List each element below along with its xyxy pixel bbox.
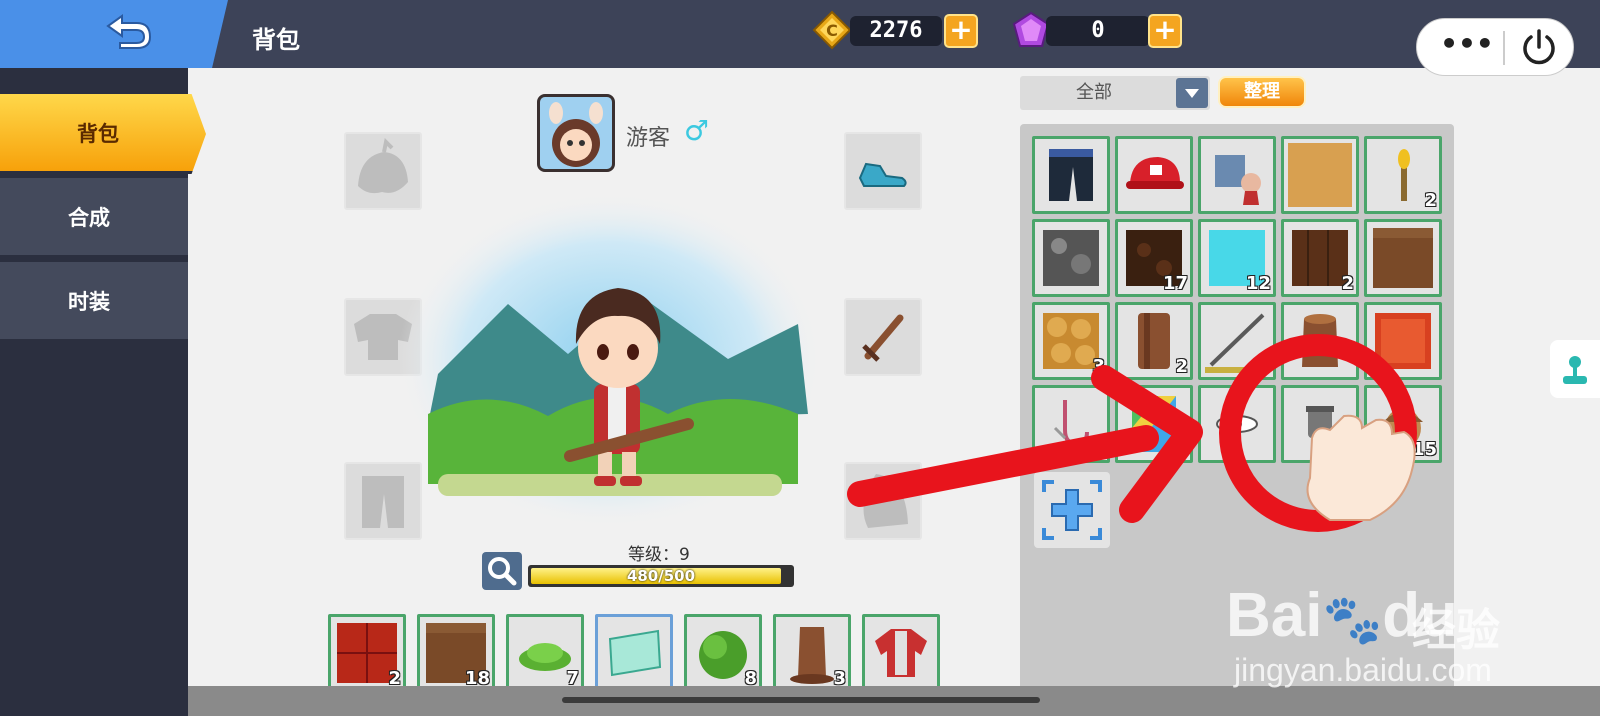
dirt-block-icon [1373, 228, 1433, 288]
sword-icon [862, 314, 904, 362]
inventory-slot[interactable] [1364, 219, 1442, 297]
inventory-slot[interactable]: 17 [1115, 219, 1193, 297]
hook-icon [1053, 400, 1089, 447]
inventory-slot[interactable] [1032, 136, 1110, 214]
eye-icon [1216, 415, 1258, 433]
top-bar [0, 0, 1600, 68]
stone-block-icon [1043, 230, 1099, 286]
sort-button[interactable]: 整理 [1218, 76, 1306, 108]
xp-bar: 480/500 [528, 565, 794, 587]
item-quantity: 15 [1411, 439, 1437, 460]
item-quantity: 2 [1175, 356, 1188, 377]
pot-icon [1306, 406, 1334, 438]
add-slot-icon [1042, 480, 1102, 540]
inventory-slot[interactable] [1032, 385, 1110, 463]
inventory-slot[interactable]: 12 [1198, 219, 1276, 297]
watermark-jingyan: 经验 [1412, 605, 1500, 656]
filter-dropdown-button[interactable] [1176, 78, 1208, 108]
level-label: 等级：9 [628, 545, 690, 565]
pants-icon [1049, 149, 1093, 201]
pill-divider [1503, 31, 1505, 65]
add-coins-button[interactable]: + [944, 14, 978, 48]
chevron-down-icon [1185, 89, 1199, 98]
inventory-slot[interactable] [1198, 385, 1276, 463]
hotbar-slot[interactable]: 7 [506, 614, 584, 692]
watermark-url: jingyan.baidu.com [1234, 652, 1492, 688]
cape-slot[interactable] [844, 462, 922, 540]
inventory-slot[interactable] [1115, 136, 1193, 214]
tab-label: 时装 [68, 290, 110, 314]
character-scene [398, 192, 822, 524]
red-cap-icon [1126, 157, 1184, 189]
filter-label: 全部 [1076, 82, 1112, 103]
sand-block-icon [1288, 143, 1352, 207]
hotbar-slot[interactable]: 8 [684, 614, 762, 692]
cape-slot-icon [863, 474, 908, 528]
item-quantity: 2 [1341, 273, 1354, 294]
shoes-slot[interactable] [844, 132, 922, 210]
tab-crafting[interactable]: 合成 [0, 178, 188, 258]
inventory-slot[interactable] [1281, 136, 1359, 214]
tab-fashion[interactable]: 时装 [0, 262, 188, 342]
back-arrow-icon [106, 14, 152, 49]
page-title: 背包 [252, 26, 300, 54]
expand-inventory-button[interactable] [1034, 472, 1110, 548]
back-button[interactable] [0, 0, 228, 68]
red-jacket-icon [875, 629, 927, 677]
search-icon [488, 557, 517, 586]
tab-label: 背包 [77, 122, 119, 146]
watermark-main: Bai [1226, 581, 1323, 650]
item-quantity: 12 [1245, 273, 1271, 294]
inventory-slot[interactable]: 3 [1032, 302, 1110, 380]
inventory-slot[interactable] [1032, 219, 1110, 297]
inventory-slot[interactable]: 2 [1115, 302, 1193, 380]
item-quantity: 2 [1424, 190, 1437, 211]
weapon-slot[interactable] [844, 298, 922, 376]
fishing-rod-icon [1205, 313, 1269, 373]
avatar-face-icon [540, 97, 612, 169]
joystick-icon [1563, 356, 1587, 384]
inventory-slot[interactable] [1198, 136, 1276, 214]
inventory-slot[interactable] [1115, 385, 1193, 463]
stump-icon [1302, 314, 1338, 367]
add-gems-button[interactable]: + [1148, 14, 1182, 48]
xp-text: 480/500 [626, 567, 696, 585]
inventory-slot[interactable]: 2 [1364, 136, 1442, 214]
watermark-paw-icon: 🐾 [1322, 594, 1383, 647]
more-button[interactable]: ••• [1435, 19, 1499, 77]
inventory-slot[interactable] [1281, 385, 1359, 463]
red-brick-icon [1375, 313, 1431, 369]
item-quantity: 3 [1092, 356, 1105, 377]
player-name: 游客 [626, 126, 671, 151]
map-icon [608, 629, 662, 677]
coin-count: 2276 [850, 16, 942, 46]
tab-backpack[interactable]: 背包 [0, 94, 206, 174]
system-pill: ••• [1416, 18, 1574, 76]
inventory-slot[interactable]: 2 [1281, 219, 1359, 297]
hotbar-slot[interactable]: 18 [417, 614, 495, 692]
hotbar-slot[interactable]: 3 [773, 614, 851, 692]
armor-icon [1215, 155, 1261, 205]
zoom-button[interactable] [482, 552, 522, 590]
inventory-slot[interactable] [1198, 302, 1276, 380]
power-icon[interactable] [1515, 25, 1563, 71]
joystick-tab[interactable] [1550, 340, 1600, 398]
hotbar-slot[interactable] [862, 614, 940, 692]
item-quantity: 17 [1162, 273, 1188, 294]
inventory-slot[interactable]: 15 [1364, 385, 1442, 463]
svg-text:C: C [826, 21, 838, 40]
home-indicator[interactable] [562, 697, 1040, 703]
avatar[interactable] [537, 94, 615, 172]
male-icon: ♂ [684, 114, 710, 147]
tab-label: 合成 [68, 206, 110, 230]
shoes-icon [858, 162, 907, 187]
rainbow-block-icon [1132, 396, 1176, 452]
hotbar-slot[interactable]: 2 [328, 614, 406, 692]
hotbar-slot[interactable] [595, 614, 673, 692]
coin-icon: C [812, 10, 852, 50]
inventory-slot[interactable] [1281, 302, 1359, 380]
gem-count: 0 [1046, 16, 1150, 46]
inventory-slot[interactable] [1364, 302, 1442, 380]
